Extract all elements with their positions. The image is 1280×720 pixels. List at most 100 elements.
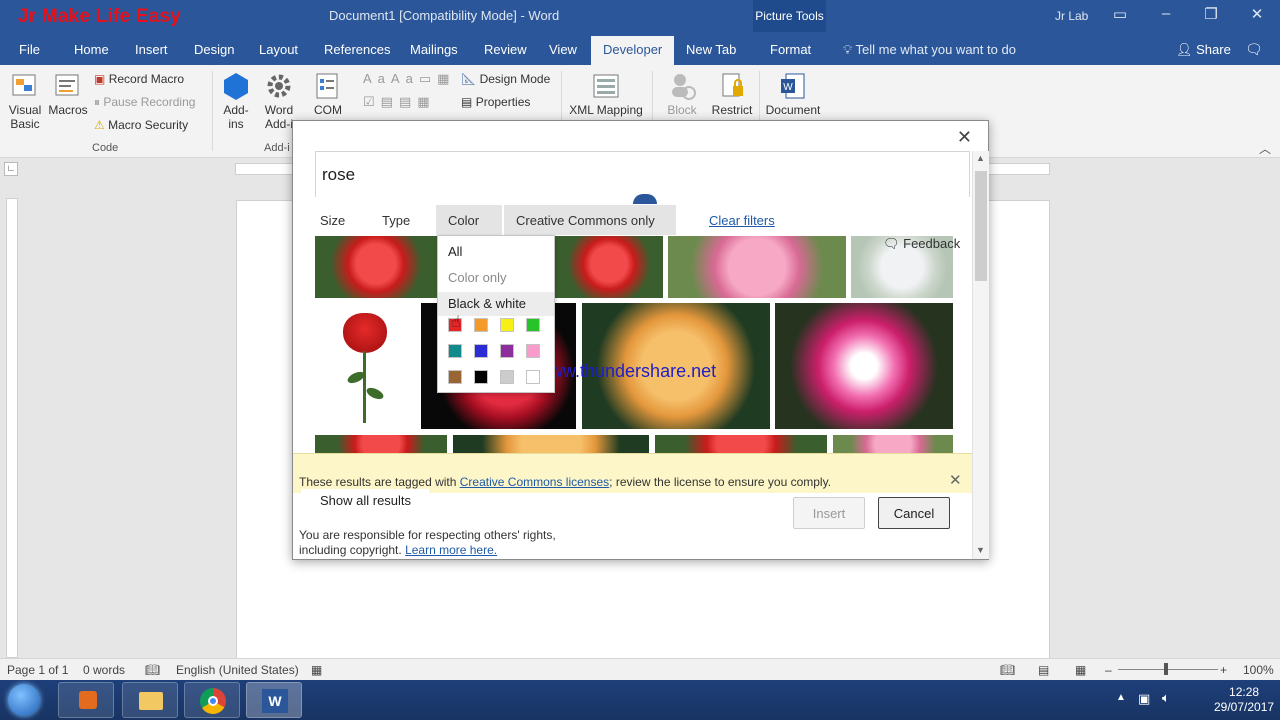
zoom-level[interactable]: 100% <box>1243 663 1274 677</box>
macro-security-button[interactable]: ⚠︎ Macro Security <box>94 118 188 132</box>
insert-button[interactable]: Insert <box>793 497 865 529</box>
image-result[interactable] <box>315 236 437 298</box>
clear-filters-link[interactable]: Clear filters <box>709 213 775 228</box>
proofing-icon[interactable]: 📖︎ <box>145 663 160 677</box>
filter-color[interactable]: Color <box>436 205 502 235</box>
tab-insert[interactable]: Insert <box>135 42 168 57</box>
taskbar-explorer-icon[interactable] <box>122 682 178 718</box>
restore-icon[interactable]: ❐ <box>1200 5 1222 25</box>
color-swatch[interactable] <box>474 370 488 384</box>
show-all-results-button[interactable]: Show all results <box>301 489 429 513</box>
image-result[interactable] <box>453 435 649 453</box>
image-result[interactable] <box>833 435 953 453</box>
properties-button[interactable]: ▤ Properties <box>461 95 530 109</box>
tab-file[interactable]: File <box>19 42 40 57</box>
close-window-icon[interactable]: ✕ <box>1246 5 1268 25</box>
image-result[interactable] <box>555 236 663 298</box>
minimize-icon[interactable]: – <box>1155 5 1177 25</box>
xml-mapping-button[interactable]: XML Mapping <box>566 71 646 117</box>
color-option-color-only[interactable]: Color only <box>438 266 554 290</box>
share-button[interactable]: 👤︎ Share <box>1176 42 1231 58</box>
document-template-button[interactable]: W Document <box>763 71 823 117</box>
tab-format[interactable]: Format <box>770 42 811 57</box>
cc-license-link[interactable]: Creative Commons licenses <box>460 475 609 489</box>
scroll-up-icon[interactable]: ▲ <box>976 153 985 163</box>
learn-more-link[interactable]: Learn more here. <box>405 543 497 557</box>
results-scrollbar[interactable]: ▲ ▼ <box>972 151 989 559</box>
collapse-ribbon-icon[interactable]: ︿ <box>1259 140 1271 157</box>
feedback-button[interactable]: 🗨︎ Feedback <box>883 236 960 252</box>
taskbar-clock[interactable]: 12:28 29/07/2017 <box>1214 685 1274 715</box>
volume-icon[interactable]: 🔈︎ <box>1162 690 1170 706</box>
tab-mailings[interactable]: Mailings <box>410 42 458 57</box>
controls-row-2[interactable]: ☑︎▤▤▦ <box>363 94 436 110</box>
filter-type[interactable]: Type <box>377 205 415 235</box>
color-swatch[interactable] <box>526 344 540 358</box>
filter-size[interactable]: Size <box>315 205 350 235</box>
network-icon[interactable]: ▣ <box>1138 691 1150 707</box>
color-swatch[interactable] <box>526 370 540 384</box>
color-swatch[interactable] <box>474 318 488 332</box>
restrict-editing-button[interactable]: Restrict <box>710 71 754 117</box>
show-hidden-icons-icon[interactable]: ▲ <box>1116 692 1126 703</box>
dialog-close-icon[interactable]: ✕ <box>957 127 972 148</box>
page-count[interactable]: Page 1 of 1 <box>7 663 68 677</box>
print-layout-icon[interactable]: ▤ <box>1038 663 1049 677</box>
color-swatch[interactable] <box>526 318 540 332</box>
tab-new-tab[interactable]: New Tab <box>686 42 736 57</box>
color-swatch[interactable] <box>448 344 462 358</box>
taskbar-chrome-icon[interactable] <box>184 682 240 718</box>
image-result[interactable] <box>315 303 415 429</box>
filter-creative-commons[interactable]: Creative Commons only <box>504 205 676 235</box>
pause-recording-button[interactable]: ⏸︎ Pause Recording <box>94 95 195 110</box>
image-result[interactable] <box>775 303 953 429</box>
record-macro-button[interactable]: ▣ Record Macro <box>94 72 184 86</box>
block-authors-button[interactable]: Block <box>662 71 702 117</box>
design-mode-button[interactable]: 📐︎ Design Mode <box>461 72 550 86</box>
scrollbar-thumb[interactable] <box>975 171 987 281</box>
tab-view[interactable]: View <box>549 42 577 57</box>
search-input[interactable] <box>315 151 970 197</box>
comment-icon[interactable]: 🗨︎ <box>1245 41 1263 58</box>
image-result[interactable] <box>315 435 447 453</box>
user-name[interactable]: Jr Lab <box>1055 9 1088 23</box>
cancel-button[interactable]: Cancel <box>878 497 950 529</box>
search-icon[interactable] <box>633 194 657 204</box>
image-result[interactable] <box>655 435 827 453</box>
tab-developer[interactable]: Developer <box>591 36 675 65</box>
taskbar-word-icon[interactable]: W <box>246 682 302 718</box>
zoom-slider-track[interactable] <box>1118 669 1218 670</box>
controls-row-1[interactable]: AaAa▭▦ <box>363 71 455 87</box>
tell-me-search[interactable]: 💡︎ Tell me what you want to do <box>843 42 1016 58</box>
color-swatch[interactable] <box>500 344 514 358</box>
tab-design[interactable]: Design <box>194 42 234 57</box>
dismiss-notice-icon[interactable]: ✕ <box>949 471 962 489</box>
color-swatch[interactable] <box>500 318 514 332</box>
tab-selector-icon[interactable]: ∟ <box>4 162 18 176</box>
zoom-in-icon[interactable]: + <box>1220 663 1227 677</box>
scroll-down-icon[interactable]: ▼ <box>976 545 985 555</box>
word-count[interactable]: 0 words <box>83 663 125 677</box>
color-option-all[interactable]: All <box>438 240 554 264</box>
zoom-slider-thumb[interactable] <box>1164 663 1168 675</box>
color-swatch[interactable] <box>474 344 488 358</box>
add-ins-button[interactable]: Add- ins <box>218 71 254 131</box>
language-indicator[interactable]: English (United States) <box>176 663 299 677</box>
color-swatch[interactable] <box>448 370 462 384</box>
image-result[interactable] <box>668 236 846 298</box>
vertical-ruler[interactable] <box>6 198 18 658</box>
tab-references[interactable]: References <box>324 42 390 57</box>
color-swatch[interactable] <box>500 370 514 384</box>
zoom-out-icon[interactable]: – <box>1105 663 1112 677</box>
com-add-ins-button[interactable]: COM <box>308 71 348 117</box>
tab-home[interactable]: Home <box>74 42 109 57</box>
macro-record-icon[interactable]: ▦ <box>311 663 322 677</box>
visual-basic-button[interactable]: Visual Basic <box>6 71 44 131</box>
tab-review[interactable]: Review <box>484 42 527 57</box>
tab-layout[interactable]: Layout <box>259 42 298 57</box>
ribbon-display-icon[interactable]: ▭ <box>1109 5 1131 25</box>
start-button-icon[interactable] <box>8 684 40 716</box>
web-layout-icon[interactable]: ▦ <box>1075 663 1086 677</box>
macros-button[interactable]: Macros <box>48 71 88 117</box>
taskbar-media-player-icon[interactable] <box>58 682 114 718</box>
